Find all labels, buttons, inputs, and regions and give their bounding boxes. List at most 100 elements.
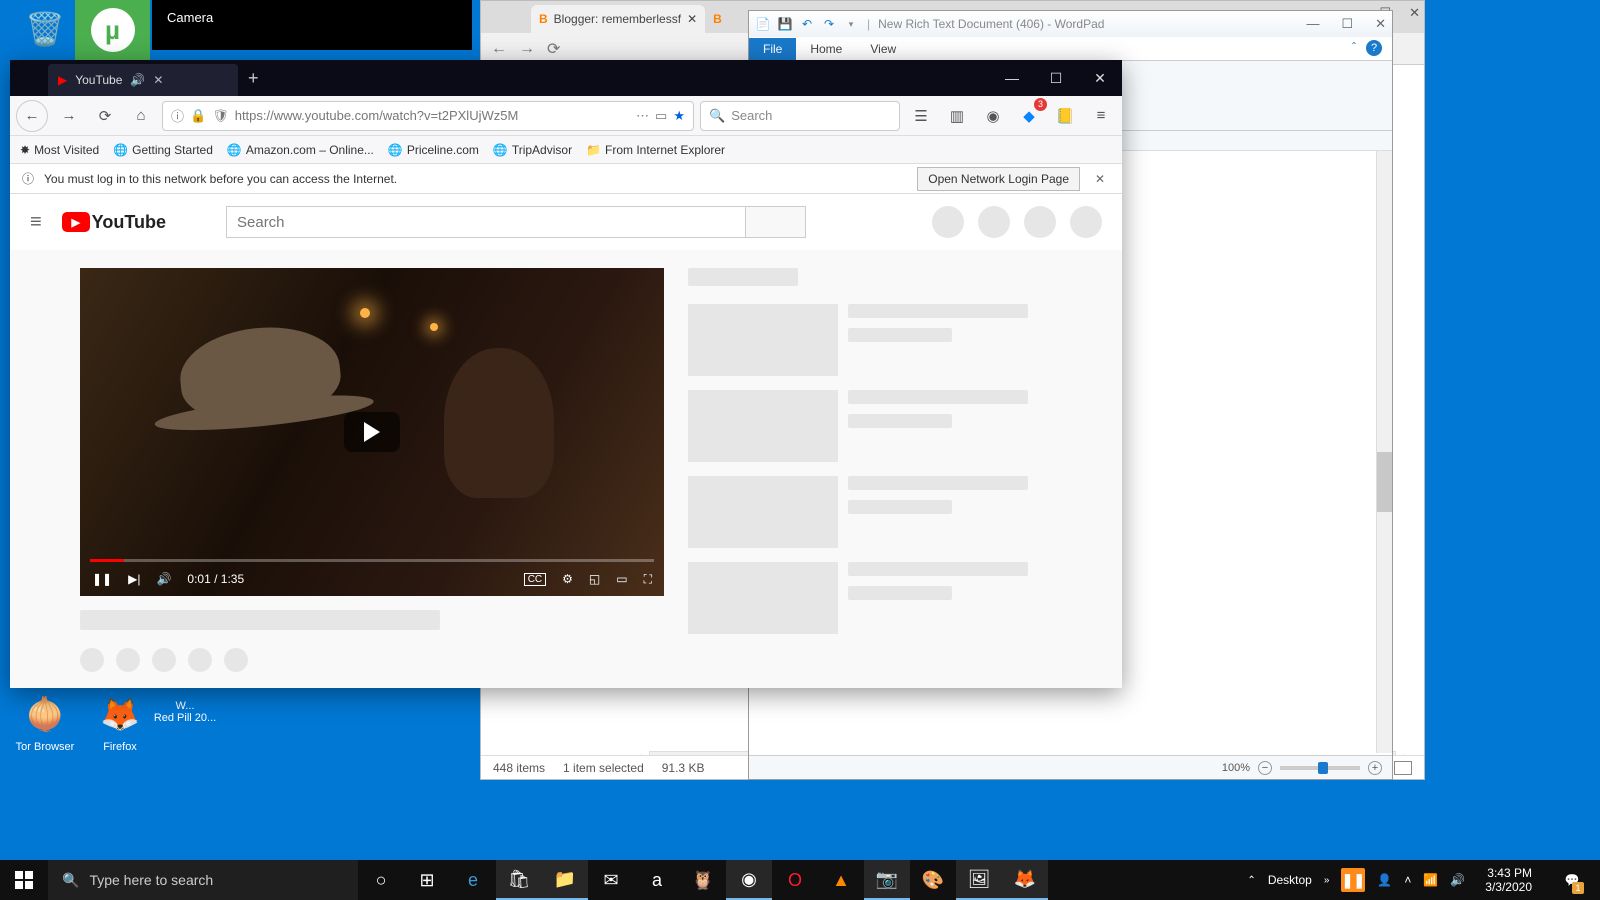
paint-icon[interactable]: 🎨: [910, 860, 956, 900]
dismiss-button[interactable]: ✕: [1090, 172, 1110, 186]
view-grid-icon[interactable]: [1394, 761, 1412, 775]
opera-icon[interactable]: O: [772, 860, 818, 900]
cc-button[interactable]: CC: [524, 573, 546, 586]
pause-button[interactable]: ❚❚: [92, 572, 112, 586]
bookmark-most-visited[interactable]: ✸Most Visited: [20, 143, 99, 157]
chrome-icon[interactable]: ◉: [726, 860, 772, 900]
maximize-button[interactable]: ☐: [1034, 60, 1078, 96]
help-icon[interactable]: ?: [1366, 40, 1382, 56]
maximize-button[interactable]: ☐: [1341, 16, 1353, 32]
close-button[interactable]: ✕: [1375, 16, 1386, 32]
undo-icon[interactable]: ↶: [799, 16, 815, 32]
clock[interactable]: 3:43 PM3/3/2020: [1477, 866, 1540, 894]
qat-menu-icon[interactable]: ▾: [843, 16, 859, 32]
mail-icon[interactable]: ✉: [588, 860, 634, 900]
tray-volume-icon[interactable]: 🔊: [1450, 873, 1465, 887]
zoom-in-button[interactable]: +: [1368, 761, 1382, 775]
shield-icon[interactable]: 🛡: [212, 108, 229, 124]
library-icon[interactable]: ☰: [906, 101, 936, 131]
video-player[interactable]: ❚❚ ▶| 🔊 0:01 / 1:35 CC ⚙ ◱ ▭ ⛶: [80, 268, 664, 596]
account-icon[interactable]: ◉: [978, 101, 1008, 131]
youtube-search[interactable]: [226, 206, 806, 238]
tray-network-icon[interactable]: 📶: [1423, 873, 1438, 887]
extension-icon[interactable]: ◆3: [1014, 101, 1044, 131]
chrome-tab-blogger[interactable]: B Blogger: rememberlessf ✕: [531, 5, 705, 33]
next-button[interactable]: ▶|: [128, 572, 140, 586]
app-menu-button[interactable]: ≡: [1086, 101, 1116, 131]
back-icon[interactable]: ←: [491, 40, 507, 58]
ribbon-home-tab[interactable]: Home: [796, 38, 856, 60]
tray-app-icon[interactable]: ❚❚: [1341, 868, 1365, 892]
ribbon-file-tab[interactable]: File: [749, 38, 796, 60]
firefox-taskbar-icon[interactable]: 🦊: [1002, 860, 1048, 900]
start-button[interactable]: [0, 860, 48, 900]
info-icon[interactable]: ⓘ: [171, 106, 184, 125]
edge-icon[interactable]: e: [450, 860, 496, 900]
close-button[interactable]: ✕: [1409, 5, 1420, 21]
close-button[interactable]: ✕: [1078, 60, 1122, 96]
cortana-icon[interactable]: ○: [358, 860, 404, 900]
tray-people-icon[interactable]: 👤: [1377, 873, 1392, 887]
back-button[interactable]: ←: [16, 100, 48, 132]
page-actions-icon[interactable]: ⋯: [636, 108, 649, 124]
photos-icon[interactable]: 🖼: [956, 860, 1002, 900]
taskbar-search[interactable]: 🔍 Type here to search: [48, 860, 358, 900]
action-center-icon[interactable]: 💬1: [1552, 860, 1592, 900]
sidebar-icon[interactable]: ▥: [942, 101, 972, 131]
recycle-bin[interactable]: 🗑️: [10, 5, 80, 56]
tripadvisor-icon[interactable]: 🦉: [680, 860, 726, 900]
new-tab-button[interactable]: +: [248, 68, 259, 89]
desktop-file[interactable]: W...Red Pill 20...: [145, 700, 225, 724]
zoom-slider[interactable]: [1280, 766, 1360, 770]
onenote-icon[interactable]: 📒: [1050, 101, 1080, 131]
tab-audio-icon[interactable]: 🔊: [130, 73, 145, 87]
camera-icon[interactable]: 📷: [864, 860, 910, 900]
zoom-out-button[interactable]: −: [1258, 761, 1272, 775]
ribbon-view-tab[interactable]: View: [856, 38, 910, 60]
big-play-button[interactable]: [344, 412, 400, 452]
minimize-button[interactable]: —: [1306, 16, 1319, 32]
vlc-icon[interactable]: ▲: [818, 860, 864, 900]
firefox-tab-youtube[interactable]: ▶ YouTube 🔊 ✕: [48, 64, 238, 96]
task-view-icon[interactable]: ⊞: [404, 860, 450, 900]
save-icon[interactable]: 💾: [777, 16, 793, 32]
theater-button[interactable]: ▭: [616, 572, 627, 586]
url-bar[interactable]: ⓘ 🔒 🛡 https://www.youtube.com/watch?v=t2…: [162, 101, 694, 131]
tor-browser-shortcut[interactable]: 🧅Tor Browser: [10, 690, 80, 753]
reader-icon[interactable]: ▭: [655, 108, 667, 124]
chrome-tab-blank[interactable]: B: [705, 5, 737, 33]
utorrent-window-icon[interactable]: µ: [75, 0, 150, 60]
tab-close-icon[interactable]: ✕: [153, 73, 163, 87]
wordpad-vscroll[interactable]: [1376, 151, 1392, 753]
redo-icon[interactable]: ↷: [821, 16, 837, 32]
explorer-icon[interactable]: 📁: [542, 860, 588, 900]
open-login-button[interactable]: Open Network Login Page: [917, 167, 1080, 191]
bookmark-priceline[interactable]: 🌐Priceline.com: [388, 143, 479, 157]
settings-gear-icon[interactable]: ⚙: [562, 572, 573, 586]
store-icon[interactable]: 🛍: [496, 860, 542, 900]
ribbon-collapse-icon[interactable]: ˆ: [1352, 40, 1356, 56]
bookmark-tripadvisor[interactable]: 🌐TripAdvisor: [493, 143, 572, 157]
reload-icon[interactable]: ⟳: [547, 39, 560, 59]
hamburger-icon[interactable]: ≡: [30, 211, 42, 234]
wordpad-titlebar[interactable]: 📄 💾 ↶ ↷ ▾ | New Rich Text Document (406)…: [749, 11, 1392, 37]
reload-button[interactable]: ⟳: [90, 101, 120, 131]
bookmark-getting-started[interactable]: 🌐Getting Started: [113, 143, 213, 157]
tray-up-icon[interactable]: ˄: [1404, 873, 1411, 887]
bookmark-star-icon[interactable]: ★: [673, 108, 685, 124]
close-icon[interactable]: ✕: [687, 12, 697, 26]
miniplayer-button[interactable]: ◱: [589, 572, 600, 586]
forward-button[interactable]: →: [54, 101, 84, 131]
amazon-icon[interactable]: a: [634, 860, 680, 900]
home-button[interactable]: ⌂: [126, 101, 156, 131]
minimize-button[interactable]: —: [990, 60, 1034, 96]
search-bar[interactable]: 🔍 Search: [700, 101, 900, 131]
forward-icon[interactable]: →: [519, 40, 535, 58]
desktop-toolbar[interactable]: Desktop: [1268, 873, 1312, 887]
fullscreen-button[interactable]: ⛶: [644, 572, 652, 587]
bookmark-amazon[interactable]: 🌐Amazon.com – Online...: [227, 143, 374, 157]
volume-button[interactable]: 🔊: [156, 572, 171, 586]
youtube-search-button[interactable]: [745, 207, 805, 237]
bookmark-ie-folder[interactable]: 📁From Internet Explorer: [586, 143, 725, 157]
youtube-logo[interactable]: ▶YouTube: [62, 212, 166, 233]
